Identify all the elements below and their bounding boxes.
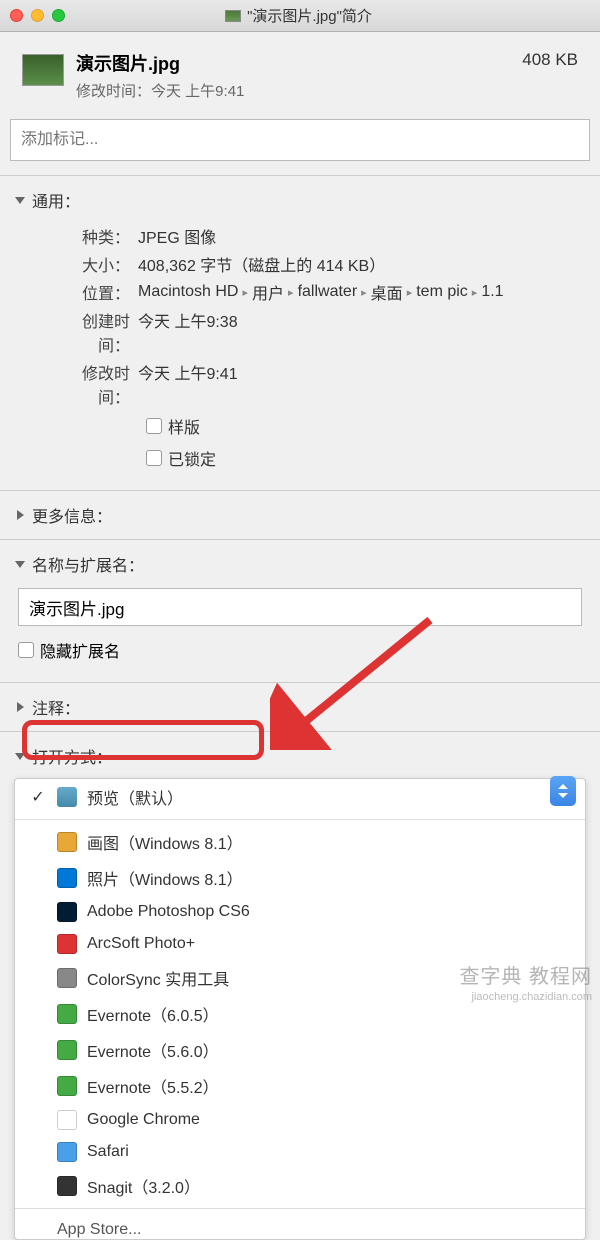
stationery-label: 样版 (168, 414, 200, 438)
section-name-ext: 名称与扩展名： 隐藏扩展名 (0, 539, 600, 682)
kind-label: 种类： (58, 224, 138, 248)
dropdown-item-app[interactable]: 画图（Windows 8.1） (15, 824, 585, 860)
app-icon (57, 787, 77, 807)
file-thumbnail (22, 54, 64, 86)
section-header-comments[interactable]: 注释： (14, 693, 586, 721)
dropdown-item-app[interactable]: 照片（Windows 8.1） (15, 860, 585, 896)
stationery-row: 样版 (146, 410, 586, 442)
file-size: 408 KB (522, 50, 578, 70)
divider (15, 819, 585, 820)
file-modified: 修改时间：今天 上午9:41 (76, 80, 522, 101)
stationery-checkbox[interactable] (146, 418, 162, 434)
app-icon (57, 832, 77, 852)
hide-ext-label: 隐藏扩展名 (40, 638, 120, 662)
app-label: Evernote（6.0.5） (87, 1002, 219, 1026)
filename-input[interactable] (18, 588, 582, 626)
app-icon (57, 934, 77, 954)
app-icon (57, 1004, 77, 1024)
chevron-down-icon (14, 558, 26, 570)
where-breadcrumb: Macintosh HD▸用户▸fallwater▸桌面▸tem pic▸1.1 (138, 280, 504, 304)
tags-input[interactable] (10, 119, 590, 161)
file-name: 演示图片.jpg (76, 50, 522, 76)
dropdown-item-app[interactable]: Snagit（3.2.0） (15, 1168, 585, 1204)
section-more-info: 更多信息： (0, 490, 600, 539)
dropdown-item-appstore[interactable]: App Store... (15, 1213, 585, 1239)
size-value: 408,362 字节（磁盘上的 414 KB） (138, 252, 385, 276)
app-label: Evernote（5.6.0） (87, 1038, 219, 1062)
watermark: 查字典 教程网 (459, 960, 592, 989)
app-icon (57, 1076, 77, 1096)
app-label: Adobe Photoshop CS6 (87, 903, 250, 921)
app-icon (57, 1176, 77, 1196)
tags-section (0, 115, 600, 175)
modified-value: 今天 上午9:41 (138, 360, 238, 408)
app-icon (57, 1142, 77, 1162)
created-label: 创建时间： (58, 308, 138, 356)
app-label: Google Chrome (87, 1111, 200, 1129)
dropdown-item-app[interactable]: Google Chrome (15, 1104, 585, 1136)
section-header-more-info[interactable]: 更多信息： (14, 501, 586, 529)
dropdown-toggle-button[interactable] (550, 776, 576, 806)
app-icon (57, 968, 77, 988)
section-header-open-with[interactable]: 打开方式： (14, 742, 586, 770)
app-label: 预览（默认） (87, 785, 183, 809)
dropdown-item-app[interactable]: Evernote（5.5.2） (15, 1068, 585, 1104)
app-label: ArcSoft Photo+ (87, 935, 195, 953)
dropdown-item-app[interactable]: Adobe Photoshop CS6 (15, 896, 585, 928)
titlebar: "演示图片.jpg"简介 (0, 0, 600, 32)
app-label: Snagit（3.2.0） (87, 1174, 200, 1198)
file-header: 演示图片.jpg 修改时间：今天 上午9:41 408 KB (0, 32, 600, 115)
app-label: ColorSync 实用工具 (87, 966, 229, 990)
divider (15, 1208, 585, 1209)
app-label: 画图（Windows 8.1） (87, 830, 243, 854)
where-label: 位置： (58, 280, 138, 304)
size-label: 大小： (58, 252, 138, 276)
chevron-down-icon (14, 750, 26, 762)
hide-ext-checkbox[interactable] (18, 642, 34, 658)
check-icon: ✓ (29, 787, 47, 807)
open-with-dropdown[interactable]: ✓ 预览（默认） 画图（Windows 8.1） 照片（Windows 8.1）… (14, 778, 586, 1240)
watermark-sub: jiaocheng.chazidian.com (472, 991, 592, 1003)
app-label: 照片（Windows 8.1） (87, 866, 243, 890)
app-icon (57, 1040, 77, 1060)
dropdown-item-app[interactable]: Safari (15, 1136, 585, 1168)
locked-row: 已锁定 (146, 442, 586, 474)
chevron-down-icon (14, 194, 26, 206)
app-label: Safari (87, 1143, 129, 1161)
section-comments: 注释： (0, 682, 600, 731)
dropdown-item-app[interactable]: Evernote（5.6.0） (15, 1032, 585, 1068)
dropdown-item-default[interactable]: ✓ 预览（默认） (15, 779, 585, 815)
dropdown-item-app[interactable]: ArcSoft Photo+ (15, 928, 585, 960)
locked-checkbox[interactable] (146, 450, 162, 466)
app-label: Evernote（5.5.2） (87, 1074, 219, 1098)
locked-label: 已锁定 (168, 446, 216, 470)
chevron-right-icon (14, 509, 26, 521)
modified-label: 修改时间： (58, 360, 138, 408)
section-header-general[interactable]: 通用： (14, 186, 586, 214)
app-icon (57, 868, 77, 888)
app-icon (57, 902, 77, 922)
window-title: "演示图片.jpg"简介 (7, 5, 590, 26)
section-general: 通用： 种类：JPEG 图像 大小：408,362 字节（磁盘上的 414 KB… (0, 175, 600, 490)
app-icon (57, 1110, 77, 1130)
section-header-name-ext[interactable]: 名称与扩展名： (14, 550, 586, 578)
kind-value: JPEG 图像 (138, 224, 216, 248)
chevron-right-icon (14, 701, 26, 713)
created-value: 今天 上午9:38 (138, 308, 238, 356)
file-icon (225, 10, 241, 22)
